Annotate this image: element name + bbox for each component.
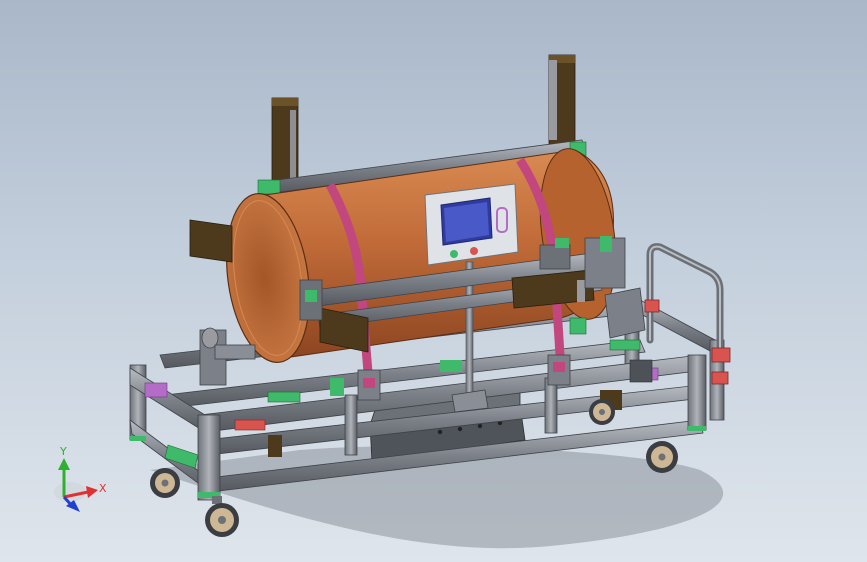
wheel-front-right (646, 441, 678, 473)
x-axis-arrow (86, 486, 98, 498)
x-axis-label: X (99, 482, 107, 495)
cad-viewport[interactable]: Y X (0, 0, 867, 562)
assembly-model: Y X (54, 54, 731, 549)
wheel-back-left (150, 468, 180, 498)
y-axis-arrow (58, 458, 70, 470)
support-column-right (548, 54, 576, 151)
coordinate-triad[interactable]: Y X (54, 445, 107, 512)
wheel-front-left (205, 496, 239, 537)
hmi-panel (424, 183, 519, 266)
wheel-back-right (589, 399, 615, 425)
y-axis-label: Y (59, 445, 67, 458)
